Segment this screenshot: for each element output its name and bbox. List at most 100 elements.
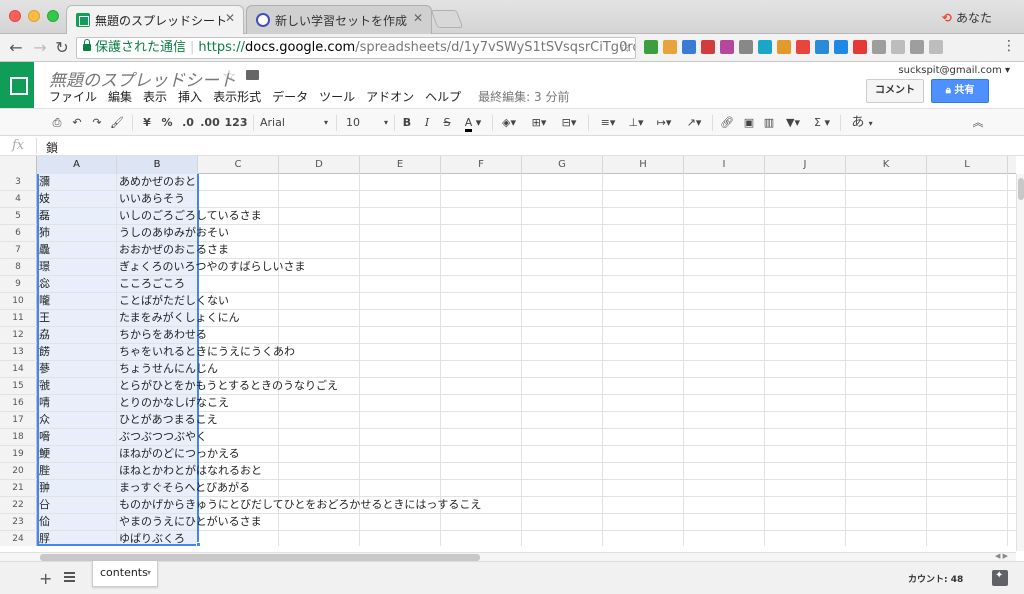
vertical-scrollbar[interactable]	[1016, 174, 1024, 551]
percent-format-button[interactable]: %	[160, 114, 174, 132]
row-header[interactable]: 8	[0, 259, 37, 275]
add-sheet-icon[interactable]: +	[39, 569, 52, 588]
cell-a[interactable]: 王	[37, 310, 117, 326]
extension-icon[interactable]	[777, 40, 791, 54]
font-family-select[interactable]: Arial ▾	[260, 114, 330, 132]
cell-a[interactable]: 惢	[37, 276, 117, 292]
menu-item[interactable]: アドオン	[366, 88, 414, 105]
cell-a[interactable]: 蔘	[37, 361, 117, 377]
cell-b[interactable]: ぎょくろのいろつやのすばらしいさま	[117, 259, 305, 275]
row-header[interactable]: 3	[0, 174, 37, 190]
paint-format-icon[interactable]: 🖌︎	[110, 114, 124, 132]
column-header-j[interactable]: J	[765, 156, 846, 174]
cell-a[interactable]: 磊	[37, 208, 117, 224]
extension-icon[interactable]	[682, 40, 696, 54]
cell-b[interactable]: とりのかなしげなこえ	[117, 395, 229, 411]
cell-b[interactable]: あめかぜのおと	[117, 174, 198, 190]
text-wrapping-icon[interactable]: ↦▾	[652, 114, 676, 132]
row-header[interactable]: 12	[0, 327, 37, 343]
collapse-toolbar-icon[interactable]: ︽	[970, 114, 986, 132]
scroll-arrows-icon[interactable]: ◀ ▶	[995, 552, 1008, 560]
insert-link-icon[interactable]: 🔗︎	[718, 114, 736, 132]
row-header[interactable]: 20	[0, 463, 37, 479]
select-all-corner[interactable]	[0, 156, 37, 174]
menu-item[interactable]: ファイル	[49, 88, 97, 105]
cell-a[interactable]: 嚨	[37, 293, 117, 309]
explore-icon[interactable]	[992, 570, 1008, 586]
window-close-button[interactable]	[9, 10, 21, 22]
menu-item[interactable]: データ	[272, 88, 308, 105]
extension-icon[interactable]	[701, 40, 715, 54]
cell-b[interactable]: ひとがあつまるこえ	[117, 412, 218, 428]
cell-b[interactable]: たまをみがくしょくにん	[117, 310, 240, 326]
extension-icon[interactable]	[834, 40, 848, 54]
column-header-i[interactable]: I	[684, 156, 765, 174]
tab-close-icon[interactable]: ✕	[225, 11, 235, 25]
functions-button[interactable]: Σ ▾	[810, 114, 834, 132]
font-size-select[interactable]: 10 ▾	[346, 114, 390, 132]
cell-a[interactable]: 脬	[37, 531, 117, 546]
cell-a[interactable]: 劦	[37, 327, 117, 343]
cell-b[interactable]: ちょうせんにんじん	[117, 361, 218, 377]
fill-color-icon[interactable]: ◈▾	[498, 114, 520, 132]
extension-icon[interactable]	[891, 40, 905, 54]
strikethrough-button[interactable]: S	[440, 114, 454, 132]
column-header-h[interactable]: H	[603, 156, 684, 174]
row-header[interactable]: 21	[0, 480, 37, 496]
cell-a[interactable]: 嗋	[37, 429, 117, 445]
row-header[interactable]: 22	[0, 497, 37, 513]
cell-b[interactable]: こころごころ	[117, 276, 198, 292]
bookmark-star-icon[interactable]: ☆	[618, 38, 631, 58]
text-color-button[interactable]: A ▾	[460, 114, 486, 132]
all-sheets-menu-icon[interactable]	[64, 572, 75, 582]
extension-icon[interactable]	[815, 40, 829, 54]
browser-menu-icon[interactable]: ⋮	[1002, 38, 1016, 54]
cell-b[interactable]: ちからをあわせる	[117, 327, 207, 343]
cell-b[interactable]: いしのごろごろしているさま	[117, 208, 262, 224]
input-tools-button[interactable]: あ ▾	[848, 114, 876, 132]
insert-chart-icon[interactable]: ▥	[760, 114, 778, 132]
tab-close-icon[interactable]: ✕	[413, 11, 423, 25]
extension-icon[interactable]	[910, 40, 924, 54]
cell-b[interactable]: とらがひとをかもうとするときのうなりごえ	[117, 378, 338, 394]
cell-b[interactable]: いいあらそう	[117, 191, 198, 207]
row-header[interactable]: 23	[0, 514, 37, 530]
borders-icon[interactable]: ⊞▾	[528, 114, 550, 132]
horizontal-scroll-thumb[interactable]	[40, 554, 480, 561]
print-icon[interactable]: ⎙	[50, 114, 64, 132]
text-rotation-icon[interactable]: ↗▾	[682, 114, 706, 132]
profile-button[interactable]: ⟲ あなた	[942, 9, 992, 26]
vertical-align-icon[interactable]: ⊥▾	[624, 114, 648, 132]
column-header-b[interactable]: B	[117, 156, 198, 174]
browser-tab-sheets[interactable]: 無題のスプレッドシート - Goo ✕	[66, 5, 244, 34]
cell-b[interactable]: うしのあゆみがおそい	[117, 225, 229, 241]
cell-b[interactable]: やまのうえにひとがいるさま	[117, 514, 262, 530]
sheet-tab-contents[interactable]: contents ▾	[92, 561, 158, 587]
row-header[interactable]: 5	[0, 208, 37, 224]
vertical-scroll-thumb[interactable]	[1018, 178, 1024, 200]
extension-icon[interactable]	[739, 40, 753, 54]
row-header[interactable]: 15	[0, 378, 37, 394]
address-bar[interactable]: 保護された通信 | https://docs.google.com/spreadsh…	[76, 37, 636, 59]
last-edit-status[interactable]: 最終編集: 3 分前	[478, 88, 569, 105]
cell-b[interactable]: ぶつぶつつぶやく	[117, 429, 207, 445]
menu-item[interactable]: 挿入	[178, 88, 202, 105]
extension-icon[interactable]	[663, 40, 677, 54]
cell-a[interactable]: 餝	[37, 344, 117, 360]
column-header-a[interactable]: A	[37, 156, 117, 174]
redo-icon[interactable]: ↷	[90, 114, 104, 132]
increase-decimal-button[interactable]: .00	[200, 114, 220, 132]
cell-b[interactable]: ことばがただしくない	[117, 293, 229, 309]
merge-cells-icon[interactable]: ⊟▾	[556, 114, 582, 132]
horizontal-align-icon[interactable]: ≡▾	[596, 114, 620, 132]
star-icon[interactable]: ☆	[222, 66, 236, 85]
cell-a[interactable]: 妓	[37, 191, 117, 207]
row-header[interactable]: 6	[0, 225, 37, 241]
row-header[interactable]: 14	[0, 361, 37, 377]
comments-button[interactable]: コメント	[866, 79, 924, 103]
menu-item[interactable]: 編集	[108, 88, 132, 105]
currency-format-button[interactable]: ¥	[140, 114, 154, 132]
decrease-decimal-button[interactable]: .0	[180, 114, 196, 132]
cell-a[interactable]: 鯁	[37, 446, 117, 462]
cell-b[interactable]: ゆばりぶくろ	[117, 531, 198, 546]
